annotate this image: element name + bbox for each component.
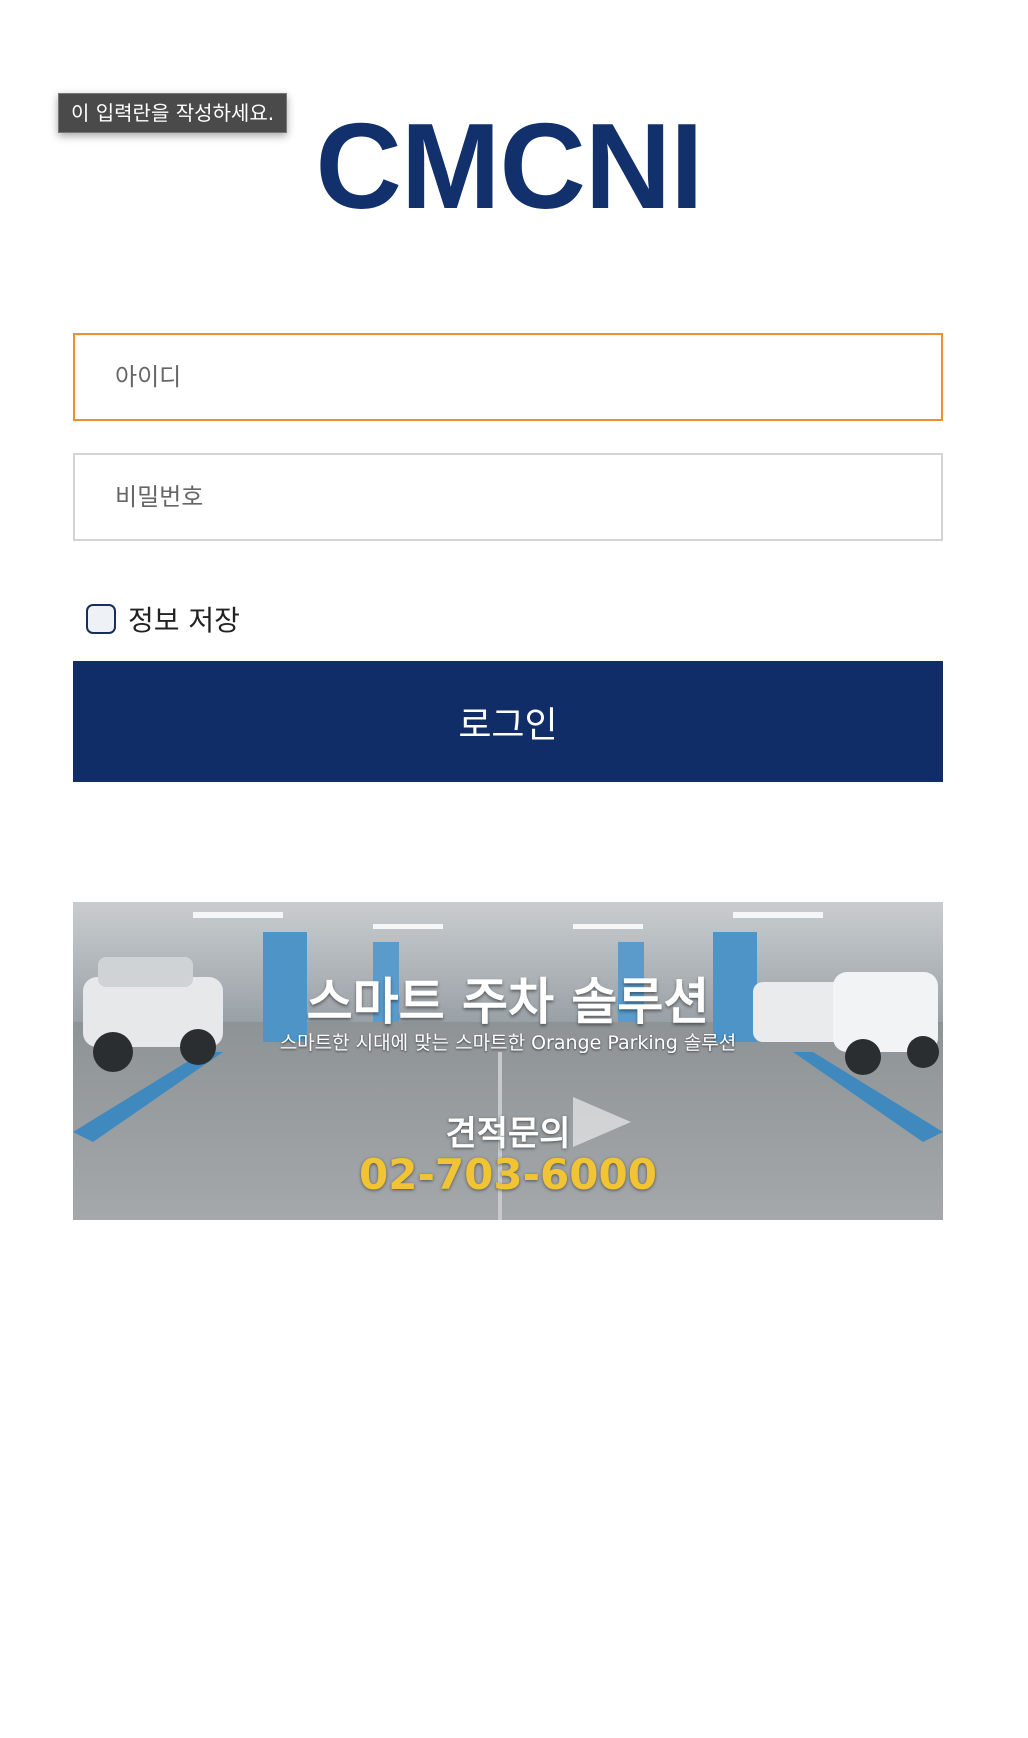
id-field xyxy=(73,333,943,421)
logo: CMCNI xyxy=(315,98,704,234)
remember-checkbox[interactable] xyxy=(86,604,116,634)
parking-banner[interactable]: 스마트 주차 솔루션 스마트한 시대에 맞는 스마트한 Orange Parki… xyxy=(73,902,943,1220)
login-button[interactable]: 로그인 xyxy=(73,661,943,782)
banner-title: 스마트 주차 솔루션 xyxy=(306,973,710,1031)
banner-inquiry-label: 견적문의 xyxy=(445,1114,571,1154)
password-input[interactable] xyxy=(75,455,941,539)
banner-phone: 02-703-6000 xyxy=(359,1150,657,1199)
banner-subtitle: 스마트한 시대에 맞는 스마트한 Orange Parking 솔루션 xyxy=(279,1032,737,1054)
remember-label: 정보 저장 xyxy=(128,604,240,637)
remember-info[interactable]: 정보 저장 xyxy=(86,601,240,637)
password-field xyxy=(73,453,943,541)
id-input[interactable] xyxy=(75,335,941,419)
